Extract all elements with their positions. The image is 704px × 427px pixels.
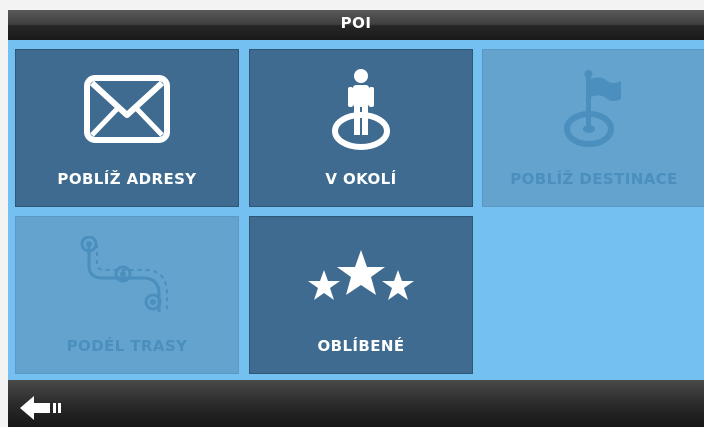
bottom-bar <box>8 380 704 427</box>
tile-nearby[interactable]: V OKOLÍ <box>249 49 473 207</box>
tile-label: POBLÍŽ ADRESY <box>57 170 197 188</box>
envelope-icon <box>16 70 238 148</box>
tile-near-address[interactable]: POBLÍŽ ADRESY <box>15 49 239 207</box>
tile-label: PODÉL TRASY <box>66 337 188 355</box>
tile-near-destination[interactable]: POBLÍŽ DESTINACE <box>482 49 704 207</box>
page-title: POI <box>340 14 372 32</box>
app-window: POI POBLÍŽ ADRESY V OKOLÍ POBLÍŽ DESTINA… <box>8 10 704 427</box>
destination-flag-icon <box>483 70 704 148</box>
tile-label: POBLÍŽ DESTINACE <box>510 170 678 188</box>
back-arrow-icon <box>20 396 61 420</box>
tile-along-route[interactable]: PODÉL TRASY <box>15 216 239 374</box>
title-bar: POI <box>8 10 704 40</box>
route-icon <box>16 236 238 315</box>
tile-favorites[interactable]: OBLÍBENÉ <box>249 216 473 374</box>
person-location-icon <box>250 69 472 150</box>
poi-menu-grid: POBLÍŽ ADRESY V OKOLÍ POBLÍŽ DESTINACE P… <box>8 40 704 380</box>
tile-label: V OKOLÍ <box>325 170 397 188</box>
stars-icon <box>250 237 472 315</box>
tile-label: OBLÍBENÉ <box>317 337 405 355</box>
back-button[interactable] <box>18 394 66 422</box>
